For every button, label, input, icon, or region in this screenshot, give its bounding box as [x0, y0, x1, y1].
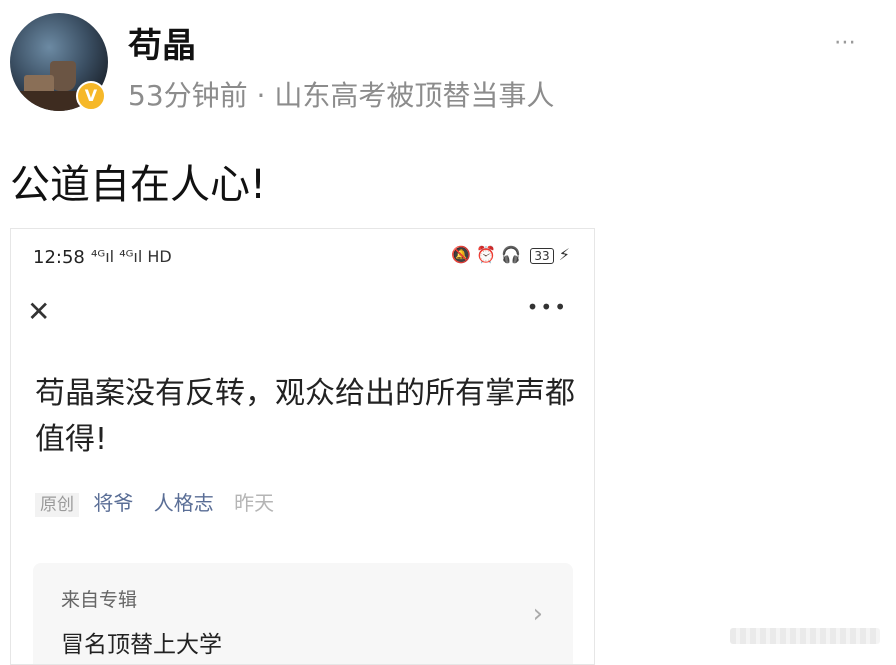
album-card[interactable]: 来自专辑 冒名顶替上大学 › — [33, 563, 573, 664]
album-label: 来自专辑 — [61, 589, 138, 611]
verified-badge-icon: V — [76, 81, 106, 111]
battery-icon: 33 — [530, 248, 554, 264]
article-more-icon[interactable]: ••• — [527, 295, 568, 319]
meta-separator: · — [256, 79, 266, 112]
article-title: 苟晶案没有反转，观众给出的所有掌声都值得! — [35, 376, 575, 457]
author-link[interactable]: 将爷 — [93, 491, 133, 515]
post-time: 53分钟前 — [128, 79, 248, 112]
album-title: 冒名顶替上大学 — [61, 632, 222, 658]
status-icons: 🔕 ⏰ 🎧 33 ⚡ — [451, 245, 570, 264]
article-tags: 原创 将爷 人格志 昨天 — [35, 487, 275, 517]
username[interactable]: 苟晶 — [128, 18, 196, 67]
user-description: 山东高考被顶替当事人 — [274, 79, 555, 112]
mute-bell-icon: 🔕 — [451, 245, 472, 264]
post-text: 公道自在人心! — [10, 162, 267, 208]
article-date: 昨天 — [234, 491, 275, 515]
signal-icon: ⁴ᴳıl ⁴ᴳıl HD — [91, 247, 172, 266]
alarm-icon: ⏰ — [476, 245, 497, 264]
watermark — [730, 628, 880, 644]
headphones-icon: 🎧 — [501, 245, 522, 264]
charging-icon: ⚡ — [558, 245, 570, 264]
embedded-screenshot[interactable]: 12:58 ⁴ᴳıl ⁴ᴳıl HD 🔕 ⏰ 🎧 33 ⚡ ✕ ••• 苟晶案没… — [10, 228, 595, 665]
close-icon[interactable]: ✕ — [27, 295, 50, 328]
chevron-right-icon: › — [532, 599, 543, 629]
account-link[interactable]: 人格志 — [154, 491, 214, 515]
more-options-icon[interactable]: ⋯ — [834, 30, 860, 55]
original-tag: 原创 — [35, 493, 79, 517]
status-time: 12:58 — [33, 247, 85, 268]
post-meta: 53分钟前 · 山东高考被顶替当事人 — [128, 74, 554, 114]
